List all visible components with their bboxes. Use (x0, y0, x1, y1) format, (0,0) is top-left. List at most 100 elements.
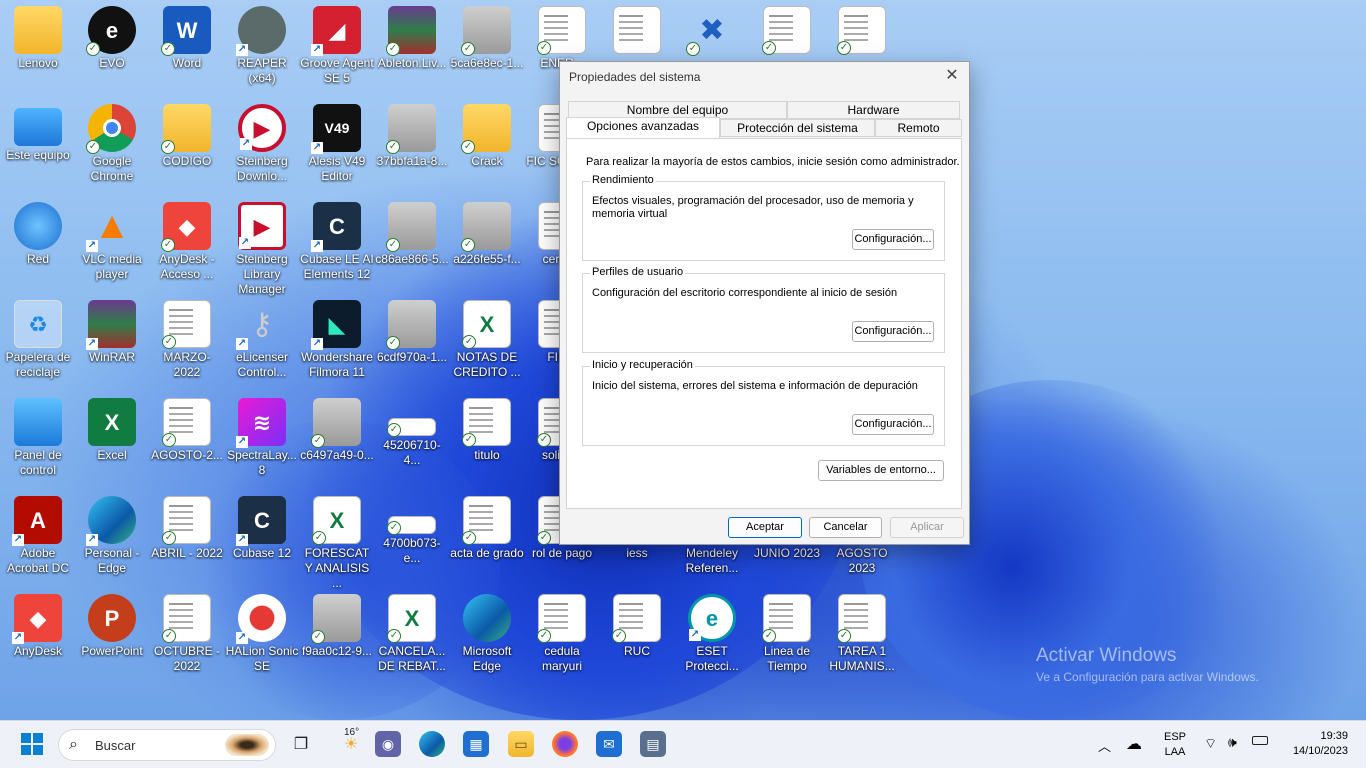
desktop-icon-tools[interactable]: ✖ ✓ (674, 0, 750, 56)
desktop-icon-halion[interactable]: ↗ HALion Sonic SE (224, 588, 300, 674)
spectralayers-icon: ≋ ↗ (236, 398, 286, 448)
mail-icon[interactable]: ✉ (596, 731, 622, 757)
desktop-icon-linea-tiempo[interactable]: ✓ Linea de Tiempo (749, 588, 825, 674)
desktop-icon-evo[interactable]: e ✓ EVO (74, 0, 150, 71)
desktop-icon-anydesk-acceso[interactable]: ◆ ✓ AnyDesk - Acceso ... (149, 196, 225, 282)
desktop-icon-steinberg-library[interactable]: ▶ ↗ Steinberg Library Manager (224, 196, 300, 297)
tab-remoto[interactable]: Remoto (875, 119, 962, 137)
desktop-icon-codigo[interactable]: ✓ CODIGO (149, 98, 225, 169)
desktop-icon-personal-edge[interactable]: ↗ Personal - Edge (74, 490, 150, 576)
desktop-icon-anydesk[interactable]: ◆ ↗ AnyDesk (0, 588, 76, 659)
ok-button[interactable]: Aceptar (728, 517, 802, 538)
desktop-icon-id-scan[interactable] (599, 0, 675, 56)
desktop-icon-4700b073[interactable]: ✓ 4700b073-e... (374, 490, 450, 566)
environment-variables-button[interactable]: Variables de entorno... (818, 460, 944, 481)
file-explorer-icon[interactable]: ▭ (508, 731, 534, 757)
excel-file-icon: X ✓ (312, 496, 361, 545)
weather-widget[interactable]: ☀ 16° (338, 727, 364, 757)
clock[interactable]: 19:39 14/10/2023 (1282, 730, 1348, 757)
desktop-icon-filmora[interactable]: ◣ ↗ Wondershare Filmora 11 (299, 294, 375, 380)
desktop-icon-cubase-le[interactable]: C ↗ Cubase LE AI Elements 12 (299, 196, 375, 282)
desktop-icon-5ca6e8ec[interactable]: ✓ 5ca6e8ec-1... (449, 0, 525, 71)
desktop-icon-6cdf970a[interactable]: ✓ 6cdf970a-1... (374, 294, 450, 365)
pdf-file-icon: ✓ (762, 6, 811, 55)
desktop-icon-vlc[interactable]: ▲ ↗ VLC media player (74, 196, 150, 282)
desktop-icon-agosto-2[interactable]: ✓ AGOSTO-2... (149, 392, 225, 463)
startup-recovery-settings-button[interactable]: Configuración... (852, 414, 934, 435)
desktop-icon-marzo[interactable]: ✓ MARZO-2022 (149, 294, 225, 380)
desktop-icon-reaper[interactable]: ↗ REAPER (x64) (224, 0, 300, 86)
desktop-icon-excel[interactable]: X Excel (74, 392, 150, 463)
onedrive-cloud-icon[interactable]: ☁ (1126, 734, 1142, 754)
desktop-icon-crack[interactable]: ✓ Crack (449, 98, 525, 169)
excel-icon: X (88, 398, 136, 446)
taskbar-search[interactable]: ⌕ Buscar (58, 729, 276, 761)
desktop-icon-elicenser[interactable]: ⚷ ↗ eLicenser Control... (224, 294, 300, 380)
firefox-icon[interactable] (552, 731, 578, 757)
desktop-icon-word[interactable]: W ✓ Word (149, 0, 225, 71)
desktop-icon-alesis[interactable]: V49 ↗ Alesis V49 Editor (299, 98, 375, 184)
edge-taskbar-icon[interactable] (419, 731, 445, 757)
performance-settings-button[interactable]: Configuración... (852, 229, 934, 250)
desktop-icon-chrome[interactable]: ✓ Google Chrome (74, 98, 150, 184)
pdf-file-icon: ✓ (162, 594, 211, 643)
desktop-icon-groove-agent[interactable]: ◢ ↗ Groove Agent SE 5 (299, 0, 375, 86)
desktop-icon-ruc[interactable]: ✓ RUC (599, 588, 675, 659)
image-file-icon: ✓ (386, 104, 436, 154)
volume-icon[interactable]: 🕪 (1228, 734, 1237, 751)
desktop-icon-titulo[interactable]: ✓ titulo (449, 392, 525, 463)
close-icon[interactable]: ✕ (941, 66, 963, 86)
apply-button[interactable]: Aplicar (890, 517, 964, 538)
desktop-icon-ableton[interactable]: ✓ Ableton.Liv... (374, 0, 450, 71)
desktop-icon-f9aa0c12[interactable]: ✓ f9aa0c12-9... (299, 588, 375, 659)
desktop-icon-acrobat[interactable]: A ↗ Adobe Acrobat DC (0, 490, 76, 576)
vlc-icon: ▲ ↗ (86, 204, 131, 252)
desktop-icon-cedula[interactable]: ✓ cedula maryuri (524, 588, 600, 674)
tab-hardware[interactable]: Hardware (787, 101, 960, 119)
language-indicator[interactable]: ESP LAA (1164, 731, 1186, 758)
desktop-icon-red[interactable]: Red (0, 196, 76, 267)
network-icon (14, 202, 62, 250)
windows-start-icon[interactable] (20, 732, 44, 756)
desktop-icon-powerpoint[interactable]: P PowerPoint (74, 588, 150, 659)
desktop-icon-notas-credito[interactable]: X ✓ NOTAS DE CREDITO ... (449, 294, 525, 380)
clock-date: 14/10/2023 (1292, 745, 1348, 757)
chevron-up-icon[interactable]: ︿ (1098, 736, 1111, 755)
desktop-icon-doc-edge-2[interactable]: ✓ (824, 0, 900, 56)
desktop-icon-winrar[interactable]: ↗ WinRAR (74, 294, 150, 365)
desktop-icon-37bbfa1a[interactable]: ✓ 37bbfa1a-8... (374, 98, 450, 169)
tab-opciones-avanzadas[interactable]: Opciones avanzadas (566, 117, 720, 138)
desktop-icon-edge[interactable]: Microsoft Edge (449, 588, 525, 674)
dialog-titlebar[interactable]: Propiedades del sistema ✕ (560, 62, 969, 90)
desktop-icon-este-equipo[interactable]: Este equipo (0, 98, 76, 163)
desktop-icon-c86ae866[interactable]: ✓ c86ae866-5... (374, 196, 450, 267)
pdf-file-icon: ✓ (837, 594, 886, 643)
desktop-icon-papelera[interactable]: ♻ Papelera de reciclaje (0, 294, 76, 380)
wifi-icon[interactable]: ⌔ (1204, 735, 1217, 753)
desktop-icon-acta-grado[interactable]: ✓ acta de grado (449, 490, 525, 561)
desktop-icon-doc-edge[interactable]: ✓ (749, 0, 825, 56)
desktop-icon-eset[interactable]: e ↗ ESET Protecci... (674, 588, 750, 674)
desktop-icon-cancela[interactable]: X ✓ CANCELA... DE REBAT... (374, 588, 450, 674)
desktop-icon-tarea1[interactable]: ✓ TAREA 1 HUMANIS... (824, 588, 900, 674)
desktop-icon-c6497a49[interactable]: ✓ c6497a49-0... (299, 392, 375, 463)
desktop-icon-a226fe55[interactable]: ✓ a226fe55-f... (449, 196, 525, 267)
desktop-icon-lenovo[interactable]: Lenovo (0, 0, 76, 71)
battery-icon[interactable] (1252, 736, 1268, 745)
task-view-icon[interactable]: ❐ (288, 731, 314, 757)
desktop-icon-octubre[interactable]: ✓ OCTUBRE - 2022 (149, 588, 225, 674)
tab-proteccion-sistema[interactable]: Protección del sistema (720, 119, 875, 137)
system-properties-taskbar-icon[interactable]: ▤ (640, 731, 666, 757)
desktop-icon-steinberg-download[interactable]: ▶ ↗ Steinberg Downlo... (224, 98, 300, 184)
store-icon[interactable]: ▦ (463, 731, 489, 757)
teams-chat-icon[interactable]: ◉ (375, 731, 401, 757)
desktop-icon-forescat[interactable]: X ✓ FORESCAT Y ANALISIS ... (299, 490, 375, 591)
group-perfiles-usuario: Perfiles de usuario Configuración del es… (582, 266, 945, 353)
desktop-icon-45206710[interactable]: ✓ 45206710-4... (374, 392, 450, 468)
desktop-icon-spectralayers[interactable]: ≋ ↗ SpectraLay... 8 (224, 392, 300, 478)
user-profiles-settings-button[interactable]: Configuración... (852, 321, 934, 342)
desktop-icon-cubase12[interactable]: C ↗ Cubase 12 (224, 490, 300, 561)
cancel-button[interactable]: Cancelar (809, 517, 882, 538)
desktop-icon-abril[interactable]: ✓ ABRIL - 2022 (149, 490, 225, 561)
desktop-icon-panel-control[interactable]: Panel de control (0, 392, 76, 478)
